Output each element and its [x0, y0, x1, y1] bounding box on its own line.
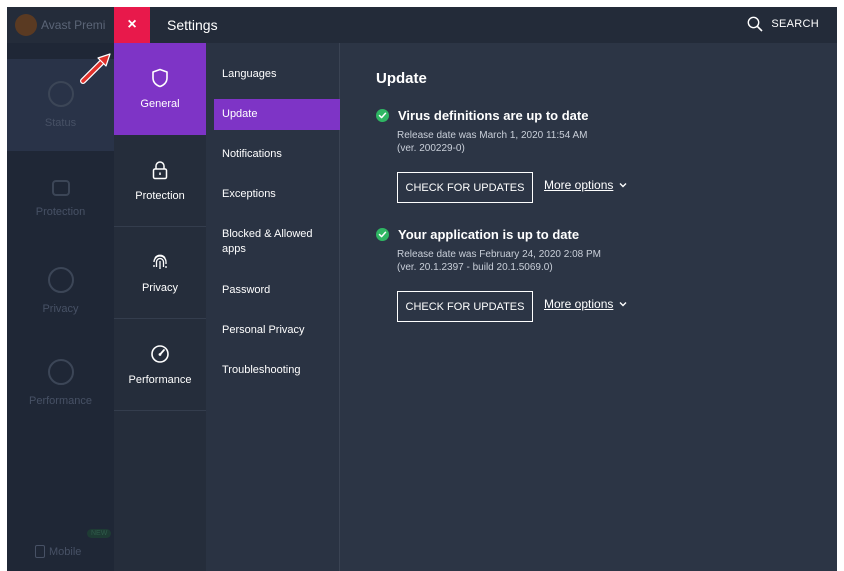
background-nav-label: Performance: [29, 395, 92, 407]
submenu-troubleshooting[interactable]: Troubleshooting: [214, 355, 340, 386]
category-label: Privacy: [141, 281, 179, 294]
lock-icon: [51, 180, 70, 196]
submenu-update[interactable]: Update: [214, 99, 340, 130]
chevron-down-icon: [619, 302, 627, 307]
application-release-date: Release date was February 24, 2020 2:08 …: [397, 249, 602, 260]
virus-status-title: Virus definitions are up to date: [398, 108, 589, 123]
fingerprint-icon: [47, 267, 74, 293]
virus-version: (ver. 200229-0): [397, 143, 465, 154]
check-application-updates-button[interactable]: CHECK FOR UPDATES: [397, 291, 533, 322]
status-check-icon: [47, 81, 74, 107]
submenu-personal-privacy[interactable]: Personal Privacy: [214, 315, 340, 346]
submenu-blocked-allowed-apps[interactable]: Blocked & Allowed apps: [214, 219, 340, 265]
background-sidebar: Avast Premi Status Protection Privacy Pe…: [7, 7, 114, 571]
submenu-notifications[interactable]: Notifications: [214, 139, 340, 170]
category-label: Protection: [135, 189, 185, 202]
settings-panel: × Settings SEARCH General Protection Pri…: [114, 7, 837, 571]
search-button[interactable]: SEARCH: [747, 16, 819, 32]
background-nav-protection: Protection: [7, 153, 114, 245]
shield-icon: [152, 68, 168, 88]
virus-definitions-status: Virus definitions are up to date: [376, 108, 588, 123]
virus-more-options-link[interactable]: More options: [544, 178, 627, 192]
background-nav-label: Status: [44, 117, 77, 129]
category-performance[interactable]: Performance: [114, 319, 206, 411]
phone-icon: [35, 545, 45, 558]
page-title: Update: [376, 70, 427, 87]
background-nav-label: Protection: [35, 206, 86, 218]
background-nav-performance: Performance: [7, 337, 114, 429]
category-label: General: [140, 98, 180, 110]
settings-top-bar: × Settings SEARCH: [114, 7, 837, 43]
more-options-label: More options: [544, 297, 614, 311]
settings-title: Settings: [167, 17, 218, 33]
background-title-bar: Avast Premi: [7, 7, 114, 43]
application-status: Your application is up to date: [376, 227, 579, 242]
fingerprint-icon: [153, 254, 167, 269]
submenu-exceptions[interactable]: Exceptions: [214, 179, 340, 210]
application-status-title: Your application is up to date: [398, 227, 580, 242]
background-nav-privacy: Privacy: [7, 245, 114, 337]
check-virus-updates-button[interactable]: CHECK FOR UPDATES: [397, 172, 533, 203]
speedometer-icon: [47, 359, 74, 385]
background-app-title: Avast Premi: [41, 18, 106, 32]
check-circle-icon: [376, 228, 389, 241]
background-mobile-label: Mobile: [49, 545, 82, 558]
lock-icon: [152, 160, 168, 179]
close-settings-button[interactable]: ×: [114, 7, 150, 43]
category-privacy[interactable]: Privacy: [114, 227, 206, 319]
chevron-down-icon: [619, 183, 627, 188]
search-label: SEARCH: [771, 18, 819, 30]
new-badge: NEW: [87, 529, 112, 538]
submenu-languages[interactable]: Languages: [214, 59, 340, 90]
application-more-options-link[interactable]: More options: [544, 297, 627, 311]
update-content: Update Virus definitions are up to date …: [340, 43, 837, 571]
category-general[interactable]: General: [114, 43, 206, 135]
virus-release-date: Release date was March 1, 2020 11:54 AM: [397, 130, 588, 141]
search-icon: [747, 16, 763, 32]
background-nav-label: Privacy: [42, 303, 79, 315]
submenu-password[interactable]: Password: [214, 275, 340, 306]
avast-logo-icon: [15, 14, 37, 36]
category-protection[interactable]: Protection: [114, 135, 206, 227]
application-version: (ver. 20.1.2397 - build 20.1.5069.0): [397, 262, 553, 273]
background-mobile-item: Mobile: [35, 545, 81, 558]
avast-window: Avast Premi Status Protection Privacy Pe…: [7, 7, 837, 571]
more-options-label: More options: [544, 178, 614, 192]
annotation-arrow-icon: [80, 53, 111, 84]
settings-submenu: Languages Update Notifications Exception…: [206, 43, 340, 571]
category-label: Performance: [128, 373, 192, 386]
check-circle-icon: [376, 109, 389, 122]
speedometer-icon: [151, 344, 169, 363]
settings-category-column: General Protection Privacy Performance: [114, 43, 206, 571]
